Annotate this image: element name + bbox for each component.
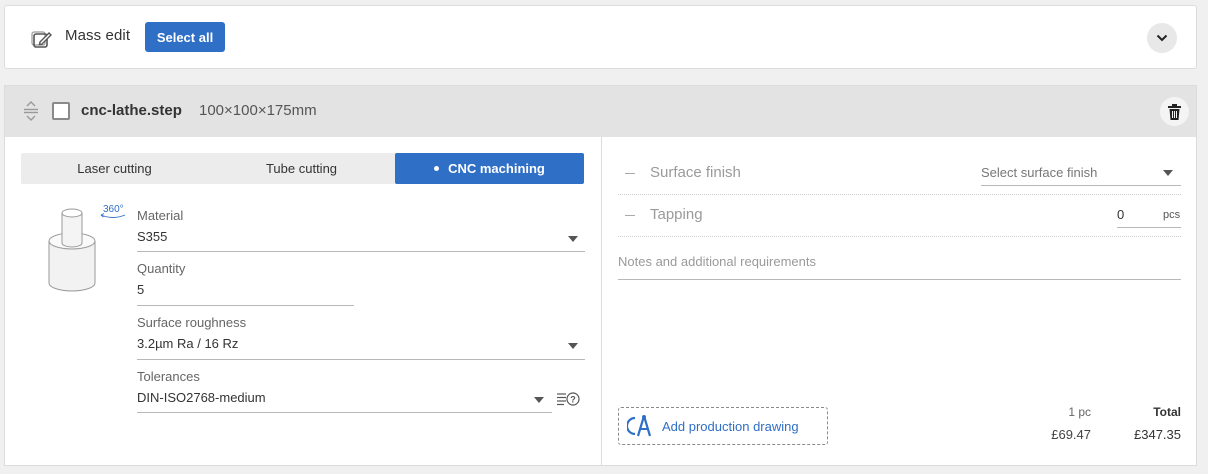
tab-label: Laser cutting [77, 161, 152, 176]
tab-tube-cutting[interactable]: Tube cutting [208, 153, 395, 184]
tapping-value: 0 [1117, 207, 1125, 222]
chevron-down-icon [534, 397, 544, 403]
field-underline [137, 359, 585, 360]
quantity-value: 5 [137, 282, 145, 297]
column-divider [601, 137, 602, 466]
surface-finish-label: Surface finish [650, 164, 741, 181]
material-value: S355 [137, 229, 168, 244]
field-underline [618, 279, 1181, 280]
part-card: cnc-lathe.step 100×100×175mm Laser cutti… [4, 85, 1197, 466]
field-underline [137, 305, 354, 306]
chevron-down-icon [1163, 170, 1173, 176]
part-preview[interactable]: 360° [43, 203, 127, 295]
active-dot-icon [434, 166, 440, 171]
row-divider [618, 194, 1181, 195]
tapping-unit: pcs [1163, 209, 1181, 221]
edit-icon [31, 31, 52, 48]
total-price-label: Total [1153, 405, 1181, 419]
collapse-dash-icon[interactable] [625, 173, 635, 174]
drawing-compass-icon [627, 415, 652, 437]
surface-finish-placeholder: Select surface finish [981, 165, 1098, 180]
unit-price-label: 1 pc [1068, 405, 1091, 419]
select-all-button[interactable]: Select all [145, 22, 225, 52]
delete-button[interactable] [1160, 97, 1189, 126]
surface-roughness-select[interactable]: 3.2µm Ra / 16 Rz [137, 333, 585, 360]
tab-label: CNC machining [448, 161, 545, 176]
tab-cnc-machining[interactable]: CNC machining [395, 153, 584, 184]
part-filename: cnc-lathe.step [81, 102, 182, 119]
tolerances-label: Tolerances [137, 369, 200, 384]
drag-handle-icon[interactable] [23, 101, 39, 121]
process-tabs: Laser cutting Tube cutting CNC machining [21, 153, 584, 184]
part-header: cnc-lathe.step 100×100×175mm [5, 86, 1196, 137]
trash-icon [1168, 103, 1181, 120]
add-drawing-button[interactable]: Add production drawing [618, 407, 828, 445]
part-checkbox[interactable] [52, 102, 70, 120]
field-underline [137, 251, 585, 252]
add-drawing-label: Add production drawing [662, 418, 799, 434]
tolerances-help-icon[interactable]: ? [556, 391, 580, 407]
field-underline [137, 412, 552, 413]
tapping-quantity-input[interactable]: 0 pcs [1117, 206, 1181, 228]
mass-edit-label: Mass edit [65, 27, 131, 44]
tab-label: Tube cutting [265, 161, 338, 176]
preview-360-badge: 360° [103, 204, 124, 215]
chevron-down-icon [568, 343, 578, 349]
quantity-label: Quantity [137, 261, 186, 276]
svg-text:?: ? [570, 394, 576, 404]
total-price-value: £347.35 [1134, 427, 1181, 442]
unit-price-value: £69.47 [1051, 427, 1091, 442]
tapping-label: Tapping [650, 206, 703, 223]
tab-laser-cutting[interactable]: Laser cutting [21, 153, 208, 184]
collapse-button[interactable] [1147, 23, 1177, 53]
surface-roughness-value: 3.2µm Ra / 16 Rz [137, 336, 239, 351]
chevron-down-icon [1156, 34, 1168, 42]
mass-edit-bar: Mass edit Select all [4, 5, 1197, 69]
field-underline [1117, 227, 1181, 228]
row-divider [618, 236, 1181, 237]
part-dimensions: 100×100×175mm [199, 102, 317, 119]
quantity-input[interactable]: 5 [137, 279, 354, 306]
tolerances-value: DIN-ISO2768-medium [137, 390, 266, 405]
material-select[interactable]: S355 [137, 226, 585, 252]
surface-finish-select[interactable]: Select surface finish [981, 164, 1181, 186]
chevron-down-icon [568, 236, 578, 242]
tolerances-select[interactable]: DIN-ISO2768-medium [137, 387, 552, 413]
notes-placeholder: Notes and additional requirements [618, 254, 817, 269]
field-underline [981, 185, 1181, 186]
collapse-dash-icon[interactable] [625, 215, 635, 216]
material-label: Material [137, 208, 184, 223]
surface-roughness-label: Surface roughness [137, 315, 247, 330]
notes-textarea[interactable]: Notes and additional requirements [618, 252, 1181, 280]
